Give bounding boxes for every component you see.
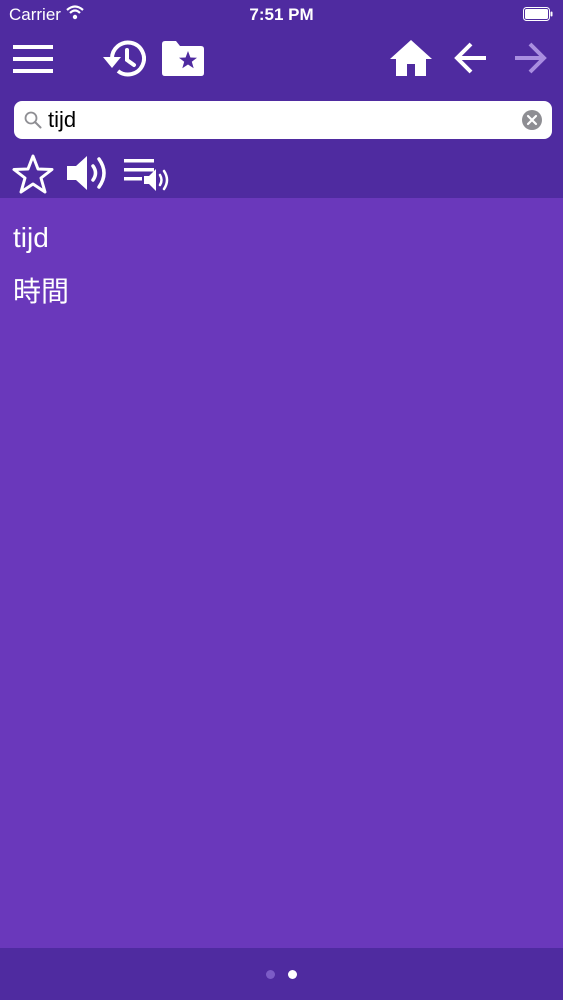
- entry-content: tijd 時間: [0, 198, 563, 948]
- page-dot-2-active[interactable]: [288, 970, 297, 979]
- search-row: [0, 98, 563, 146]
- speaker-icon[interactable]: [67, 154, 111, 192]
- star-icon[interactable]: [12, 154, 54, 194]
- menu-icon[interactable]: [13, 44, 53, 74]
- entry-actions: [0, 146, 563, 198]
- search-bar: [14, 101, 552, 139]
- forward-arrow-icon[interactable]: [513, 41, 547, 75]
- history-icon[interactable]: [100, 38, 146, 80]
- page-indicator[interactable]: [0, 948, 563, 1000]
- entry-translation: 時間: [13, 275, 70, 308]
- playlist-audio-icon[interactable]: [124, 156, 170, 194]
- clear-search-icon[interactable]: [522, 110, 542, 130]
- back-arrow-icon[interactable]: [454, 41, 488, 75]
- status-time: 7:51 PM: [249, 5, 314, 24]
- search-input[interactable]: [48, 105, 518, 135]
- page-dot-1[interactable]: [266, 970, 275, 979]
- search-icon: [24, 111, 42, 129]
- battery-icon: [523, 7, 553, 21]
- entry-word: tijd: [13, 222, 49, 253]
- home-icon[interactable]: [390, 38, 432, 78]
- favorites-folder-icon[interactable]: [162, 40, 204, 76]
- status-bar: Carrier 7:51 PM: [0, 0, 563, 30]
- top-toolbar: [0, 30, 563, 98]
